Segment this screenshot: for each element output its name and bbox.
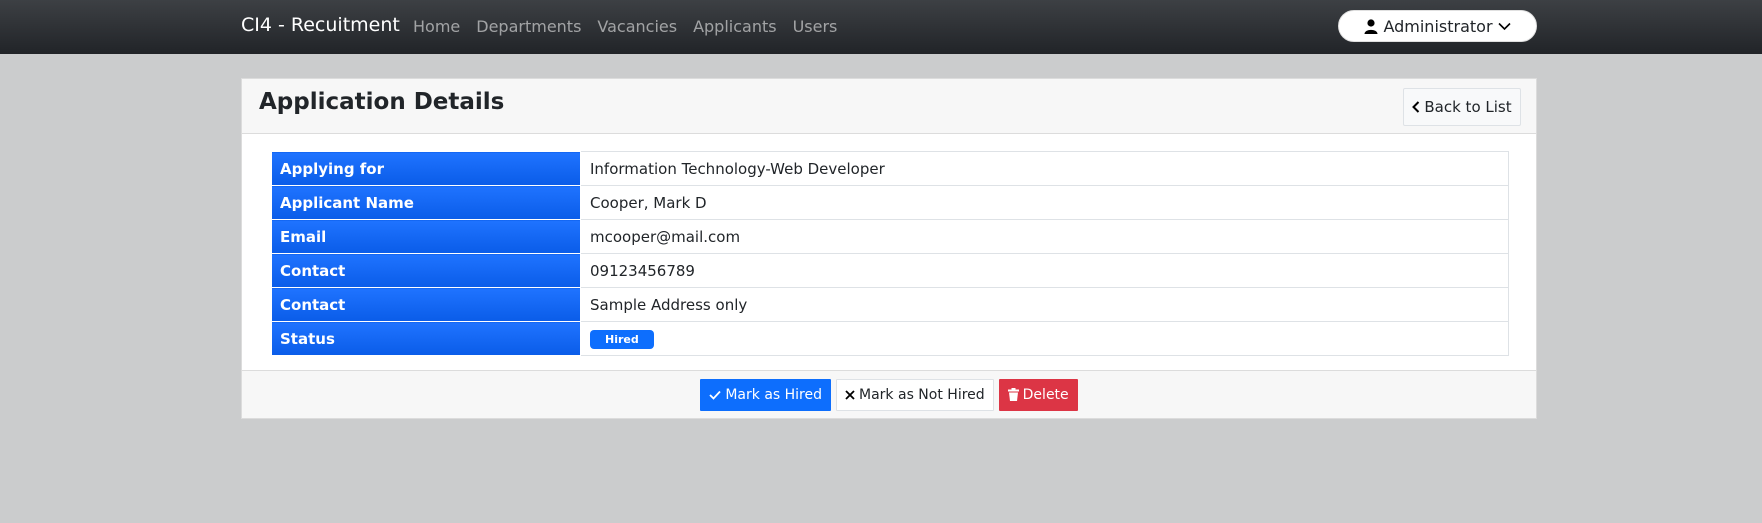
status-badge: Hired bbox=[590, 329, 654, 349]
details-table: Applying for Information Technology-Web … bbox=[271, 151, 1509, 356]
nav-vacancies[interactable]: Vacancies bbox=[597, 17, 677, 36]
row-label: Contact bbox=[271, 287, 581, 322]
mark-hired-label: Mark as Hired bbox=[725, 386, 823, 403]
x-icon bbox=[845, 389, 855, 400]
chevron-down-icon bbox=[1497, 22, 1511, 31]
row-value: mcooper@mail.com bbox=[580, 219, 1509, 254]
table-row: Contact 09123456789 bbox=[271, 253, 1509, 288]
table-row: Contact Sample Address only bbox=[271, 287, 1509, 322]
user-icon bbox=[1364, 18, 1378, 34]
page-title: Application Details bbox=[259, 89, 505, 115]
nav-departments[interactable]: Departments bbox=[476, 17, 581, 36]
nav-applicants[interactable]: Applicants bbox=[693, 17, 777, 36]
table-row: Applying for Information Technology-Web … bbox=[271, 151, 1509, 186]
card-header: Application Details Back to List bbox=[242, 79, 1536, 134]
status-cell: Hired bbox=[580, 321, 1509, 356]
mark-not-hired-label: Mark as Not Hired bbox=[859, 386, 985, 403]
back-to-list-label: Back to List bbox=[1424, 98, 1512, 116]
row-value: 09123456789 bbox=[580, 253, 1509, 288]
back-to-list-button[interactable]: Back to List bbox=[1403, 88, 1521, 126]
row-value: Cooper, Mark D bbox=[580, 185, 1509, 220]
delete-button[interactable]: Delete bbox=[998, 378, 1078, 411]
row-value: Sample Address only bbox=[580, 287, 1509, 322]
trash-icon bbox=[1007, 388, 1019, 401]
table-row: Email mcooper@mail.com bbox=[271, 219, 1509, 254]
row-value: Information Technology-Web Developer bbox=[580, 151, 1509, 186]
delete-label: Delete bbox=[1022, 386, 1069, 403]
row-label: Applicant Name bbox=[271, 185, 581, 220]
table-row: Status Hired bbox=[271, 321, 1509, 356]
table-row: Applicant Name Cooper, Mark D bbox=[271, 185, 1509, 220]
row-label: Applying for bbox=[271, 151, 581, 186]
row-label: Contact bbox=[271, 253, 581, 288]
check-icon bbox=[709, 390, 722, 400]
chevron-left-icon bbox=[1412, 101, 1420, 113]
card-footer: Mark as Hired Mark as Not Hired Delete bbox=[242, 370, 1536, 418]
brand-link[interactable]: CI4 - Recuitment bbox=[241, 14, 400, 36]
user-menu-button[interactable]: Administrator bbox=[1338, 10, 1537, 42]
user-menu-label: Administrator bbox=[1383, 16, 1493, 36]
application-details-card: Application Details Back to List Applyin… bbox=[241, 78, 1537, 419]
mark-hired-button[interactable]: Mark as Hired bbox=[700, 378, 832, 411]
mark-not-hired-button[interactable]: Mark as Not Hired bbox=[836, 378, 994, 411]
nav-links: Home Departments Vacancies Applicants Us… bbox=[413, 17, 853, 36]
nav-home[interactable]: Home bbox=[413, 17, 460, 36]
nav-users[interactable]: Users bbox=[793, 17, 838, 36]
top-navbar: CI4 - Recuitment Home Departments Vacanc… bbox=[0, 0, 1762, 54]
row-label: Status bbox=[271, 321, 581, 356]
row-label: Email bbox=[271, 219, 581, 254]
